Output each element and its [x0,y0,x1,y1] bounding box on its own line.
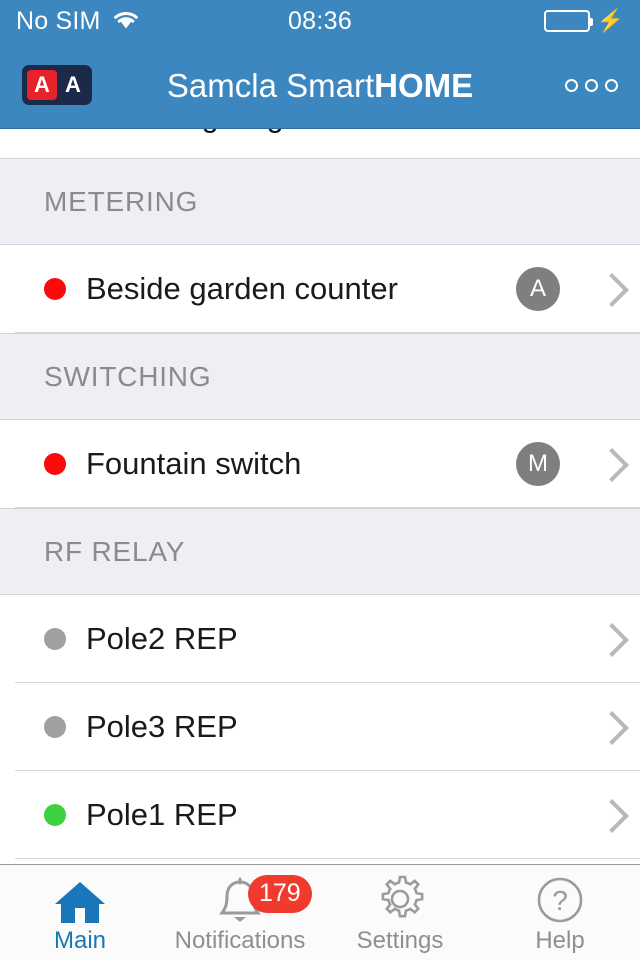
chevron-right-icon[interactable] [598,798,618,832]
chevron-right-icon[interactable] [598,622,618,656]
section-header-rf-relay: RF RELAY [0,508,640,595]
status-bar: No SIM 08:36 ⚡ [0,0,640,42]
status-badge: M [516,442,560,486]
list-item-label: Beside garden counter [86,271,398,306]
status-dot-alert [44,453,66,475]
list-item-accessories [598,710,618,744]
section-title: RF RELAY [44,535,186,567]
status-dot-offline [44,628,66,650]
notifications-badge: 179 [248,874,312,913]
svg-text:?: ? [552,885,568,916]
status-dot-offline [44,716,66,738]
tab-help[interactable]: ? Help [480,865,640,960]
tab-notifications[interactable]: 179 Notifications [160,865,320,960]
list-item[interactable]: Beside garden counter A [0,245,640,333]
device-list[interactable]: Garden lighting METERING Beside garden c… [0,129,640,864]
section-header-metering: METERING [0,158,640,245]
app-screen: No SIM 08:36 ⚡ A A Samcla SmartHOME METE… [0,0,640,960]
section-title: METERING [44,185,199,217]
list-item[interactable]: Fountain switch M [0,420,640,508]
clipped-list-item[interactable]: Garden lighting [0,129,640,158]
home-icon [52,877,108,925]
list-item-label: Pole1 REP [86,797,238,832]
page-title-light: Samcla Smart [166,66,375,104]
question-mark-circle-icon: ? [535,877,585,925]
section-header-switching: SWITCHING [0,333,640,420]
page-title-bold: HOME [374,66,474,104]
bell-icon: 179 [213,874,312,925]
tab-main[interactable]: Main [0,865,160,960]
list-item[interactable]: Pole2 REP [0,595,640,683]
list-item[interactable]: Pole3 REP [0,683,640,771]
chevron-right-icon[interactable] [598,272,618,306]
clipped-list-item-label: Garden lighting [80,129,283,135]
gear-icon [374,875,426,925]
list-item-accessories [598,798,618,832]
tab-settings-label: Settings [356,926,444,954]
tab-bar: Main 179 Notifications Settings ? Help [0,864,640,960]
status-dot-online [44,804,66,826]
list-item-label: Pole3 REP [86,709,238,744]
page-title: Samcla SmartHOME [0,69,640,102]
status-badge: A [516,267,560,311]
tab-settings[interactable]: Settings [320,865,480,960]
list-item-label: Pole2 REP [86,621,238,656]
chevron-right-icon[interactable] [598,710,618,744]
tab-help-label: Help [535,926,585,954]
logo-letter-red: A [27,70,57,100]
list-item-accessories: M [516,442,618,486]
chevron-right-icon[interactable] [598,447,618,481]
status-dot-alert [44,278,66,300]
more-options-icon[interactable] [565,78,618,92]
navigation-bar: A A Samcla SmartHOME [0,42,640,129]
list-item-label: Fountain switch [86,446,302,481]
status-bar-right: ⚡ [543,8,624,33]
samcla-logo-icon: A A [22,65,92,105]
list-item-accessories: A [516,267,618,311]
tab-notifications-label: Notifications [174,926,306,954]
section-title: SWITCHING [44,360,212,392]
list-item[interactable]: Pole1 REP [0,771,640,859]
lightning-bolt-icon: ⚡ [596,8,624,33]
battery-full-icon [543,10,593,32]
list-item-accessories [598,622,618,656]
tab-main-label: Main [53,926,107,954]
logo-letter-white: A [65,72,81,97]
